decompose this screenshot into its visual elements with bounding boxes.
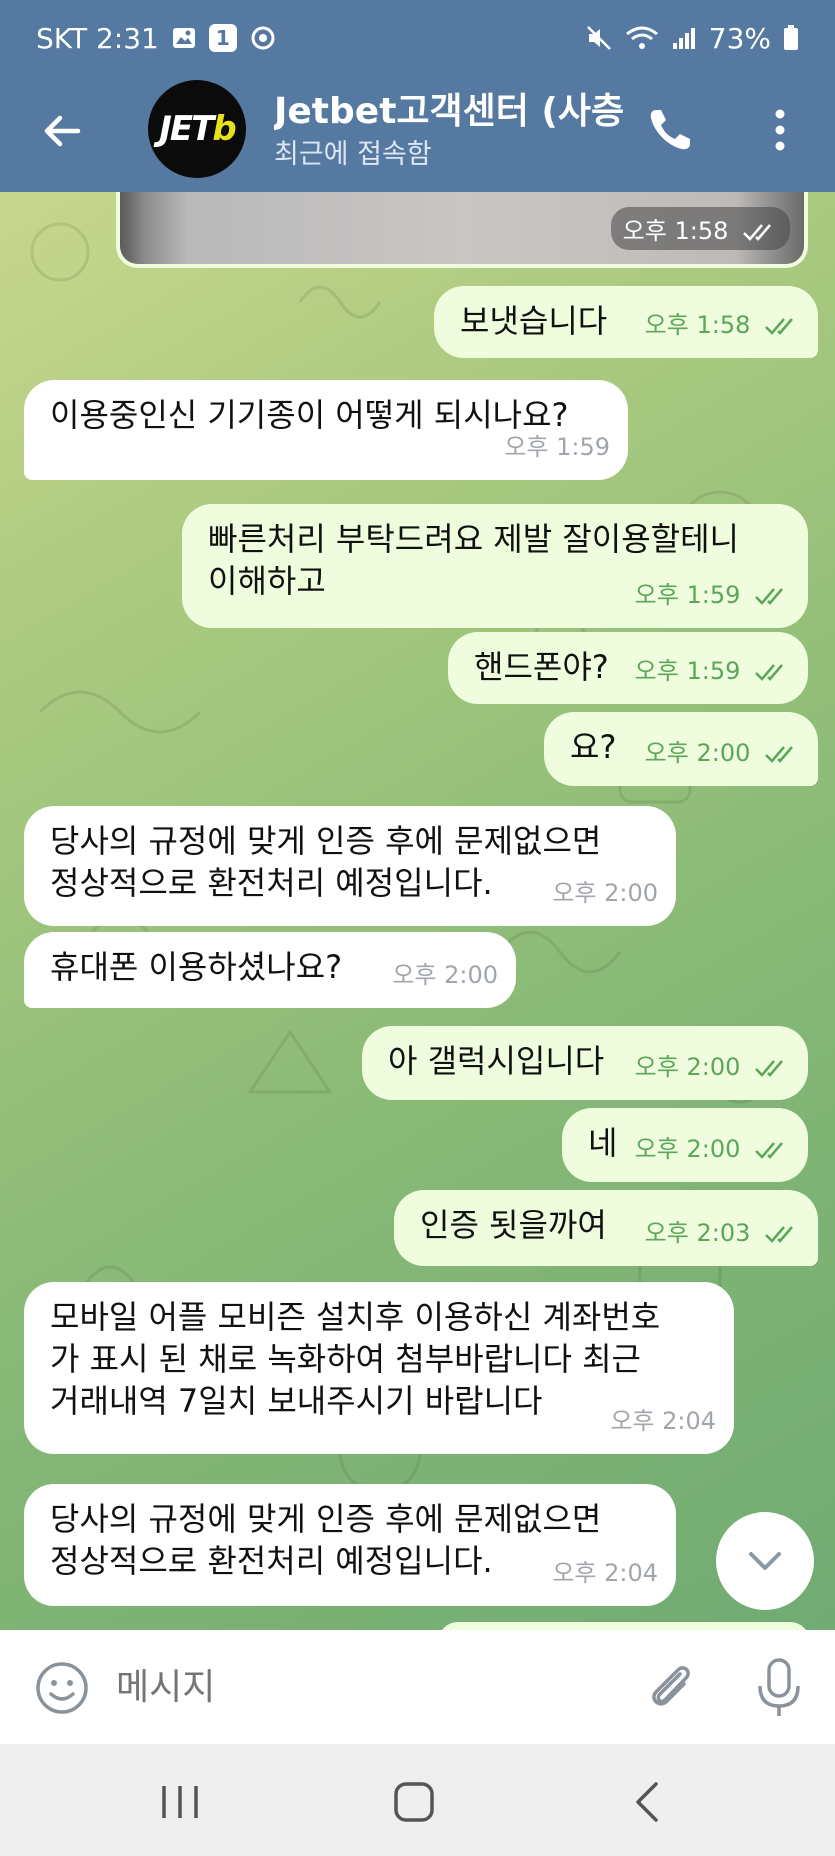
notification-badge: 1: [208, 24, 237, 52]
outgoing-message[interactable]: 빠른처리 부탁드려요 제발 잘이용할테니 이해하고 오후 1:59: [182, 504, 808, 628]
gallery-icon: [171, 25, 197, 51]
outgoing-message[interactable]: 아 갤럭시입니다 오후 2:00: [362, 1026, 808, 1100]
incoming-message[interactable]: 휴대폰 이용하셨나요? 오후 2:00: [24, 932, 516, 1008]
message-time: 오후 1:58: [645, 304, 800, 346]
message-time: 오후 2:04: [610, 1407, 716, 1435]
outgoing-message[interactable]: 네 오후 2:00: [562, 1108, 808, 1182]
message-text: 요?: [570, 728, 617, 766]
incoming-message[interactable]: 당사의 규정에 맞게 인증 후에 문제없으면 정상적으로 환전처리 예정입니다.…: [24, 1484, 676, 1606]
message-text: 아 갤럭시입니다: [388, 1042, 605, 1080]
message-time: 오후 1:59: [635, 574, 790, 616]
status-bar: SKT 2:31 1 73%: [0, 0, 835, 76]
message-time: 오후 2:00: [635, 1046, 790, 1088]
compose-bar: [0, 1630, 835, 1744]
microphone-icon[interactable]: [754, 1656, 804, 1720]
system-nav-bar: [0, 1744, 835, 1856]
message-text: 핸드폰야?: [474, 648, 609, 686]
message-time: 오후 1:59: [504, 433, 610, 461]
message-list[interactable]: 오후 1:58 보냇습니다 오후 1:58 이용중인신 기기종이 어떻게 되시나…: [0, 192, 835, 1630]
message-text: 모바일 어플 모비즌 설치후 이용하신 계좌번호: [50, 1298, 661, 1336]
media-message[interactable]: 오후 1:58: [116, 192, 808, 268]
message-time: 오후 2:00: [645, 732, 800, 774]
message-time: 오후 2:03: [645, 1212, 800, 1254]
phone-icon[interactable]: [642, 102, 698, 158]
outgoing-message[interactable]: 요? 오후 2:00: [544, 712, 818, 786]
status-right: 73%: [585, 22, 799, 55]
mute-icon: [585, 24, 613, 52]
battery-icon: [783, 25, 799, 51]
chat-title[interactable]: Jetbet고객센터 (사층: [274, 82, 624, 134]
wifi-icon: [625, 24, 659, 52]
message-time: 오후 1:59: [635, 650, 790, 692]
message-text: 당사의 규정에 맞게 인증 후에 문제없으면: [50, 822, 602, 860]
chat-status: 최근에 접속함: [274, 139, 432, 170]
battery-percent: 73%: [708, 21, 771, 55]
message-time: 오후 2:00: [552, 879, 658, 907]
more-vertical-icon[interactable]: [760, 102, 800, 158]
message-text: 빠른처리 부탁드려요 제발 잘이용할테니: [208, 520, 739, 558]
incoming-message[interactable]: 모바일 어플 모비즌 설치후 이용하신 계좌번호 가 표시 된 채로 녹화하여 …: [24, 1282, 734, 1454]
message-text: 휴대폰 이용하셨나요?: [50, 948, 343, 986]
outgoing-message[interactable]: 핸드폰야? 오후 1:59: [448, 632, 808, 704]
avatar-logo: JETb: [159, 109, 236, 149]
avatar[interactable]: JETb: [148, 80, 246, 178]
message-text: 가 표시 된 채로 녹화하여 첨부바랍니다 최근: [50, 1340, 641, 1378]
back-nav-icon[interactable]: [618, 1778, 678, 1826]
home-icon[interactable]: [384, 1778, 444, 1826]
outgoing-message[interactable]: 보냇습니다 오후 1:58: [434, 286, 818, 358]
incoming-message[interactable]: 당사의 규정에 맞게 인증 후에 문제없으면 정상적으로 환전처리 예정입니다.…: [24, 806, 676, 926]
top-bar: SKT 2:31 1 73% JETb Jetbet고객센터 (사층 최근에 접…: [0, 0, 835, 192]
recent-apps-icon[interactable]: [150, 1778, 210, 1826]
message-text: 보냇습니다: [460, 302, 608, 340]
scroll-to-bottom-button[interactable]: [716, 1512, 814, 1610]
back-arrow-icon[interactable]: [38, 106, 88, 156]
outgoing-message[interactable]: 인증 됫을까여 오후 2:03: [394, 1190, 818, 1266]
message-text: 네: [588, 1124, 618, 1162]
message-text: 거래내역 7일치 보내주시기 바랍니다: [50, 1382, 543, 1420]
chat-header: JETb Jetbet고객센터 (사층 최근에 접속함: [0, 76, 835, 192]
emoji-icon[interactable]: [34, 1660, 90, 1716]
carrier-time: SKT 2:31: [36, 21, 159, 55]
message-time: 오후 2:00: [635, 1128, 790, 1170]
paperclip-icon[interactable]: [640, 1656, 700, 1716]
chevron-down-icon: [749, 1552, 781, 1570]
message-time: 오후 1:58: [610, 207, 790, 250]
message-input[interactable]: [114, 1656, 618, 1718]
message-time: 오후 2:04: [552, 1559, 658, 1587]
signal-icon: [671, 25, 697, 51]
message-text: 당사의 규정에 맞게 인증 후에 문제없으면: [50, 1500, 602, 1538]
status-left: SKT 2:31 1: [36, 22, 277, 55]
outgoing-message-partial: [438, 1622, 810, 1630]
message-text: 이용중인신 기기종이 어떻게 되시나요?: [50, 396, 569, 434]
message-text: 인증 됫을까여: [420, 1206, 607, 1244]
incoming-message[interactable]: 이용중인신 기기종이 어떻게 되시나요? 오후 1:59: [24, 380, 628, 480]
message-time: 오후 2:00: [392, 961, 498, 989]
sync-icon: [249, 24, 277, 52]
